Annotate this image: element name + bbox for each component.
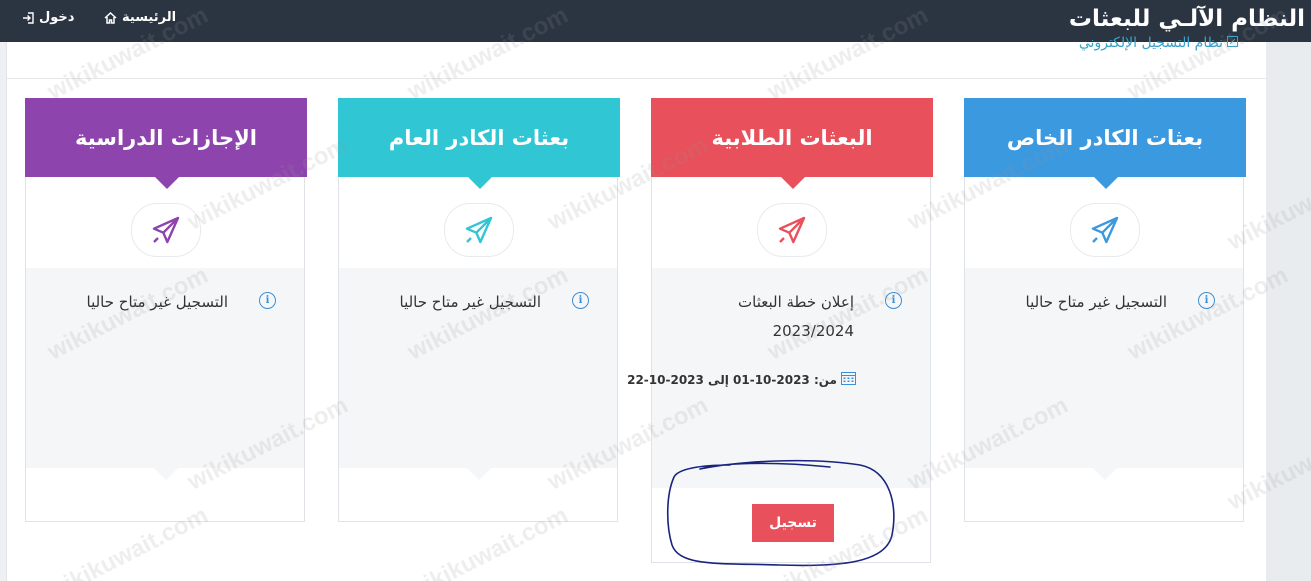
info-icon: i	[1198, 292, 1215, 309]
body-arrow	[1093, 468, 1117, 480]
breadcrumb[interactable]: نظام التسجيل الإلكتروني	[1079, 35, 1238, 51]
header-arrow	[1093, 176, 1119, 189]
card-body: i التسجيل غير متاح حاليا	[339, 268, 617, 468]
announcement-text: إعلان خطة البعثات 2023/2024	[738, 293, 854, 340]
header-arrow	[780, 176, 806, 189]
card-study-leaves: الإجازات الدراسية i التسجيل غير متاح حال…	[25, 98, 307, 522]
header-arrow	[154, 176, 180, 189]
panel-divider	[7, 78, 1266, 79]
registration-status: التسجيل غير متاح حاليا	[399, 293, 542, 311]
card-student-missions: البعثات الطلابية i إعلان خطة البعثات 202…	[627, 98, 933, 563]
calendar-icon	[841, 371, 856, 388]
body-arrow	[154, 468, 178, 480]
nav-home-label: الرئيسية	[122, 10, 177, 25]
card-body: i التسجيل غير متاح حاليا	[26, 268, 304, 468]
nav-login-link[interactable]: دخول	[22, 10, 74, 25]
body-arrow	[467, 468, 491, 480]
airplane-icon	[444, 203, 514, 257]
nav-login-label: دخول	[39, 10, 75, 25]
card-title: بعثات الكادر العام	[388, 125, 570, 150]
airplane-icon	[131, 203, 201, 257]
card-title: بعثات الكادر الخاص	[1006, 125, 1204, 150]
card-header: الإجازات الدراسية	[25, 98, 307, 177]
card-title: الإجازات الدراسية	[74, 125, 258, 150]
card-special-cadre: بعثات الكادر الخاص i التسجيل غير متاح حا…	[964, 98, 1246, 522]
airplane-icon	[757, 203, 827, 257]
registration-status: التسجيل غير متاح حاليا	[1025, 293, 1168, 311]
info-icon: i	[572, 292, 589, 309]
card-header: بعثات الكادر الخاص	[964, 98, 1246, 177]
date-range: من: 2023-10-01 إلى 2023-10-22	[627, 371, 856, 388]
header-arrow	[467, 176, 493, 189]
site-brand[interactable]: النظام الآلـي للبعثات	[1069, 6, 1305, 32]
registration-status: التسجيل غير متاح حاليا	[86, 293, 229, 311]
card-header: بعثات الكادر العام	[338, 98, 620, 177]
scrollbar-track[interactable]	[1266, 42, 1311, 581]
sign-in-icon	[22, 11, 34, 24]
card-general-cadre: بعثات الكادر العام i التسجيل غير متاح حا…	[338, 98, 620, 522]
nav-home-link[interactable]: الرئيسية	[104, 10, 176, 25]
card-body: i التسجيل غير متاح حاليا	[965, 268, 1243, 468]
breadcrumb-label: نظام التسجيل الإلكتروني	[1078, 35, 1223, 51]
edit-icon	[1227, 35, 1238, 51]
airplane-icon	[1070, 203, 1140, 257]
card-title: البعثات الطلابية	[711, 125, 873, 150]
info-icon: i	[885, 292, 902, 309]
date-range-text: من: 2023-10-01 إلى 2023-10-22	[627, 372, 837, 387]
card-body: i إعلان خطة البعثات 2023/2024 من: 2023-1…	[627, 268, 930, 488]
info-icon: i	[259, 292, 276, 309]
home-icon	[104, 11, 117, 24]
card-header: البعثات الطلابية	[651, 98, 933, 177]
register-button[interactable]: تسجيل	[752, 504, 834, 542]
